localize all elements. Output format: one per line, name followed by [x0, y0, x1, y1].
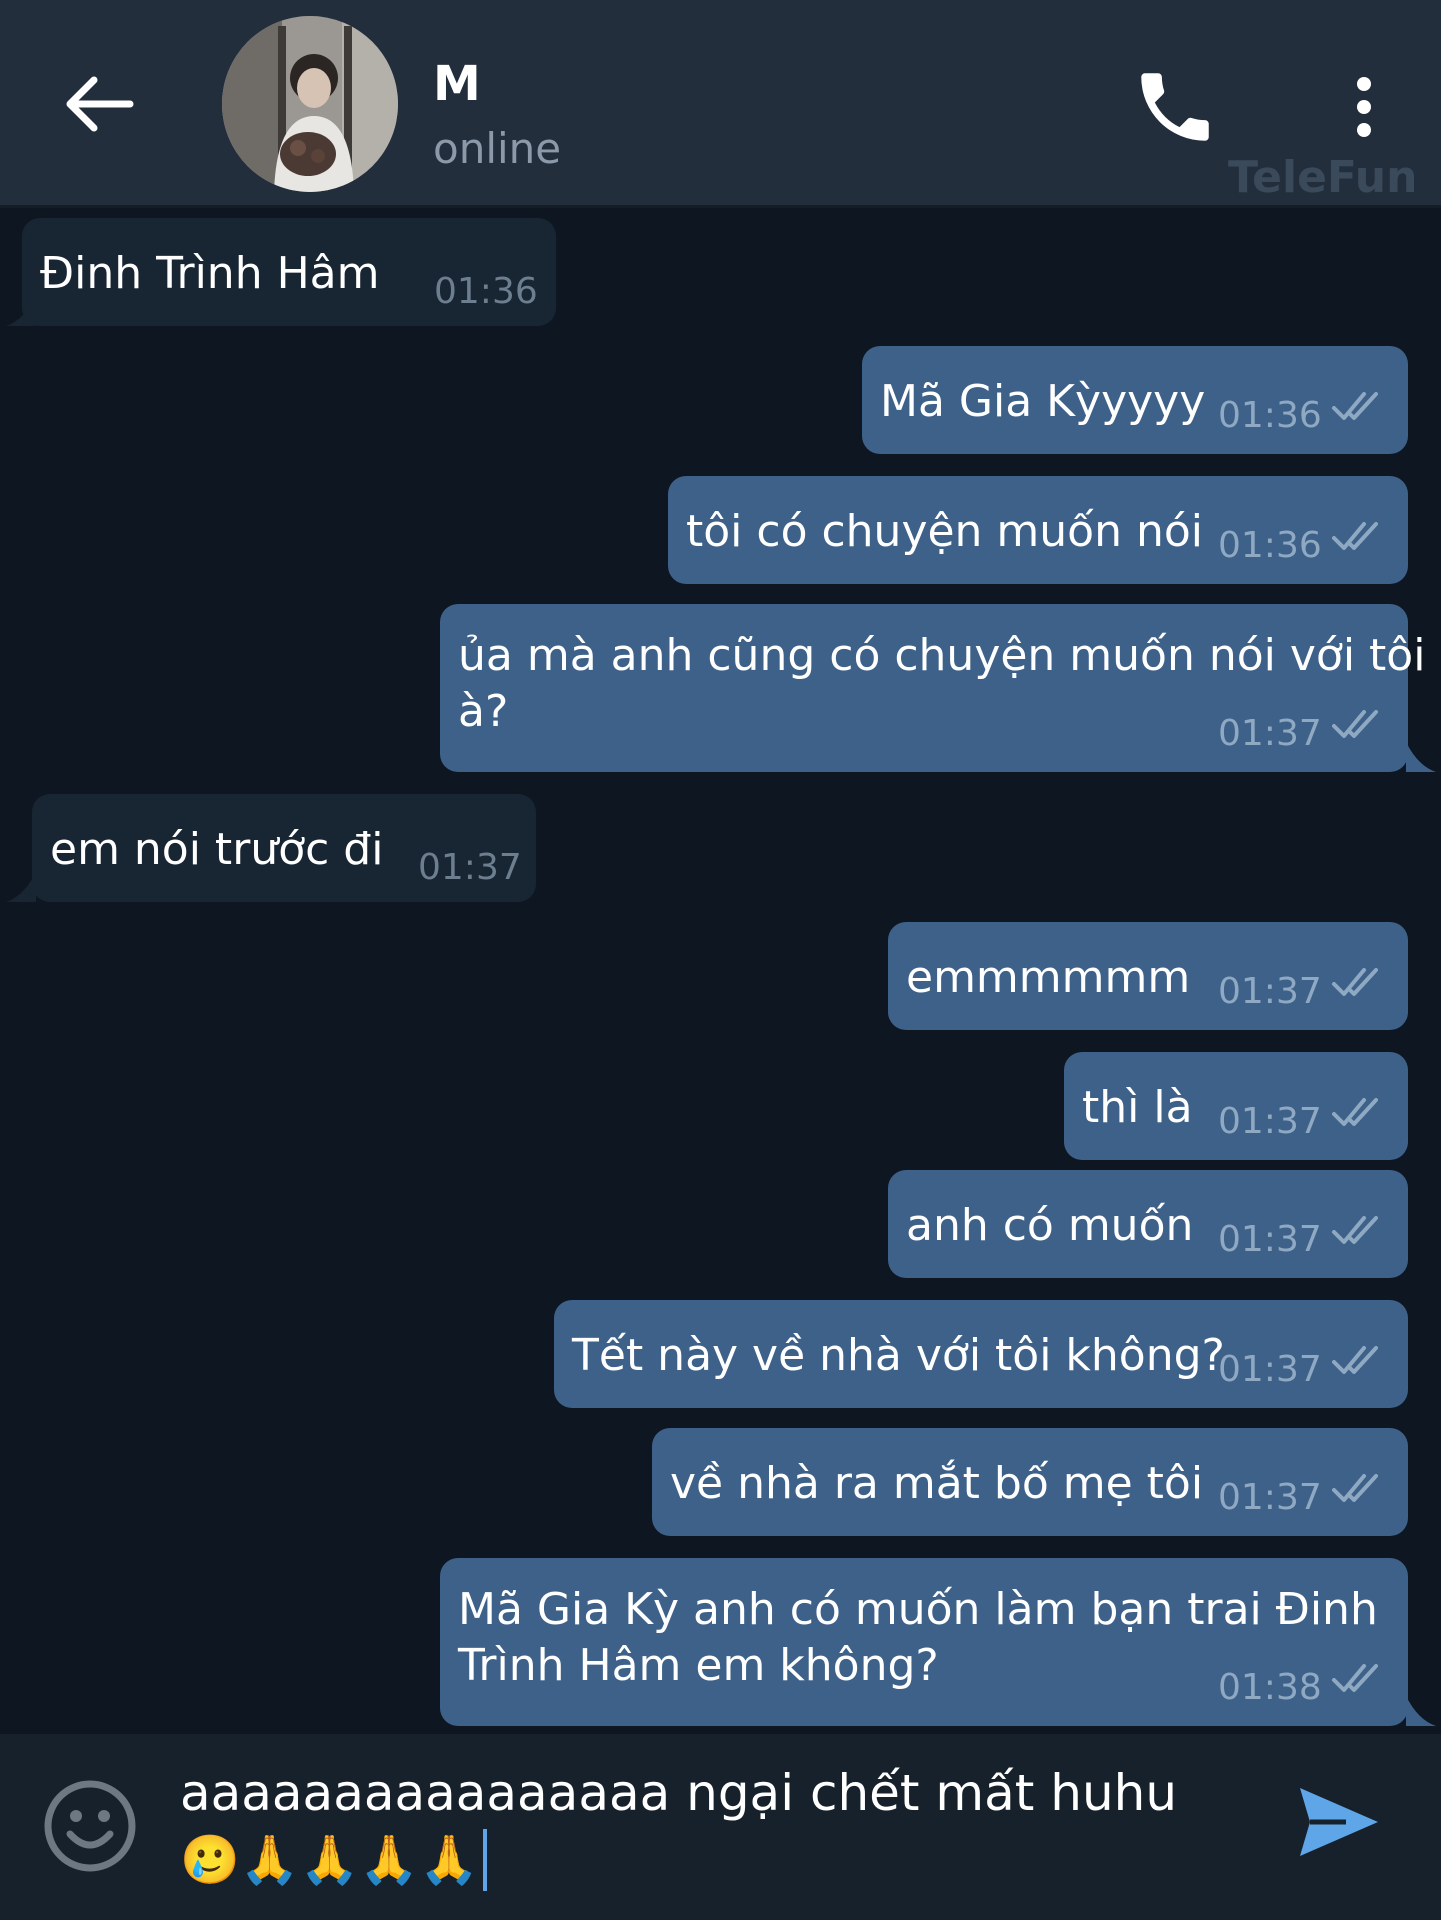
message-time: 01:38 [1218, 1667, 1322, 1708]
message-input-emojis[interactable]: 🥲🙏🙏🙏🙏 [180, 1828, 487, 1892]
more-vertical-icon [1357, 77, 1371, 137]
contact-status: online [433, 124, 562, 173]
message-time: 01:37 [1218, 1349, 1322, 1390]
message-time: 01:37 [1218, 1219, 1322, 1260]
phone-icon [1141, 73, 1209, 141]
double-check-icon [1332, 1098, 1378, 1126]
bubble-tail [1406, 1696, 1436, 1726]
back-button[interactable] [50, 60, 150, 148]
message-text: em nói trước đi [50, 824, 384, 875]
message-outgoing[interactable]: anh có muốn 01:37 [888, 1170, 1408, 1278]
emoji-text: 🥲🙏🙏🙏🙏 [180, 1832, 479, 1888]
message-text: Đinh Trình Hâm [40, 248, 380, 299]
bubble-tail [6, 872, 36, 902]
send-button[interactable] [1296, 1782, 1382, 1862]
more-options-button[interactable] [1336, 62, 1392, 152]
message-text-line1: Mã Gia Kỳ anh có muốn làm bạn trai Đinh [458, 1584, 1378, 1635]
double-check-icon [1332, 1216, 1378, 1244]
double-check-icon [1332, 710, 1378, 738]
message-outgoing[interactable]: Tết này về nhà với tôi không? 01:37 [554, 1300, 1408, 1408]
emoji-button[interactable] [42, 1778, 138, 1874]
watermark: TeleFun [1228, 152, 1418, 203]
send-icon [1300, 1788, 1378, 1856]
message-time: 01:36 [1218, 525, 1322, 566]
call-button[interactable] [1130, 62, 1220, 152]
message-text-line1: ủa mà anh cũng có chuyện muốn nói với tô… [458, 630, 1426, 681]
message-incoming[interactable]: em nói trước đi 01:37 [32, 794, 536, 902]
double-check-icon [1332, 392, 1378, 420]
message-time: 01:37 [418, 847, 522, 888]
double-check-icon [1332, 1664, 1378, 1692]
avatar-photo [222, 16, 398, 192]
text-caret [482, 1829, 487, 1891]
message-text-line2: Trình Hâm em không? [458, 1640, 939, 1691]
avatar[interactable] [222, 16, 398, 192]
message-outgoing[interactable]: Mã Gia Kỳ anh có muốn làm bạn trai Đinh … [440, 1558, 1408, 1726]
double-check-icon [1332, 1474, 1378, 1502]
message-text: về nhà ra mắt bố mẹ tôi [670, 1458, 1204, 1509]
bubble-tail [6, 296, 36, 326]
message-time: 01:37 [1218, 971, 1322, 1012]
message-outgoing[interactable]: emmmmmm 01:37 [888, 922, 1408, 1030]
message-text: tôi có chuyện muốn nói [686, 506, 1203, 557]
double-check-icon [1332, 968, 1378, 996]
chat-header: M online TeleFun [0, 0, 1441, 208]
bubble-tail [1406, 742, 1436, 772]
message-text: anh có muốn [906, 1200, 1194, 1251]
message-text: emmmmmm [906, 952, 1191, 1003]
message-text: thì là [1082, 1082, 1193, 1133]
message-input[interactable]: aaaaaaaaaaaaaaaa ngại chết mất huhu [180, 1762, 1240, 1824]
message-outgoing[interactable]: ủa mà anh cũng có chuyện muốn nói với tô… [440, 604, 1425, 772]
message-text: Tết này về nhà với tôi không? [572, 1330, 1225, 1381]
message-composer: aaaaaaaaaaaaaaaa ngại chết mất huhu 🥲🙏🙏🙏… [0, 1734, 1441, 1920]
message-outgoing[interactable]: Mã Gia Kỳyyyy 01:36 [862, 346, 1408, 454]
message-incoming[interactable]: Đinh Trình Hâm 01:36 [22, 218, 556, 326]
emoji-icon [44, 1780, 136, 1872]
message-time: 01:37 [1218, 1477, 1322, 1518]
message-outgoing[interactable]: thì là 01:37 [1064, 1052, 1408, 1160]
contact-name[interactable]: M [433, 56, 481, 112]
double-check-icon [1332, 1346, 1378, 1374]
double-check-icon [1332, 522, 1378, 550]
message-list[interactable]: Đinh Trình Hâm 01:36 Mã Gia Kỳyyyy 01:36… [0, 208, 1441, 1734]
message-time: 01:37 [1218, 1101, 1322, 1142]
back-arrow-icon [66, 76, 134, 132]
message-text-line2: à? [458, 686, 509, 737]
message-text: Mã Gia Kỳyyyy [880, 376, 1206, 427]
message-outgoing[interactable]: tôi có chuyện muốn nói 01:36 [668, 476, 1408, 584]
message-time: 01:37 [1218, 713, 1322, 754]
message-outgoing[interactable]: về nhà ra mắt bố mẹ tôi 01:37 [652, 1428, 1408, 1536]
message-time: 01:36 [1218, 395, 1322, 436]
message-time: 01:36 [434, 271, 538, 312]
